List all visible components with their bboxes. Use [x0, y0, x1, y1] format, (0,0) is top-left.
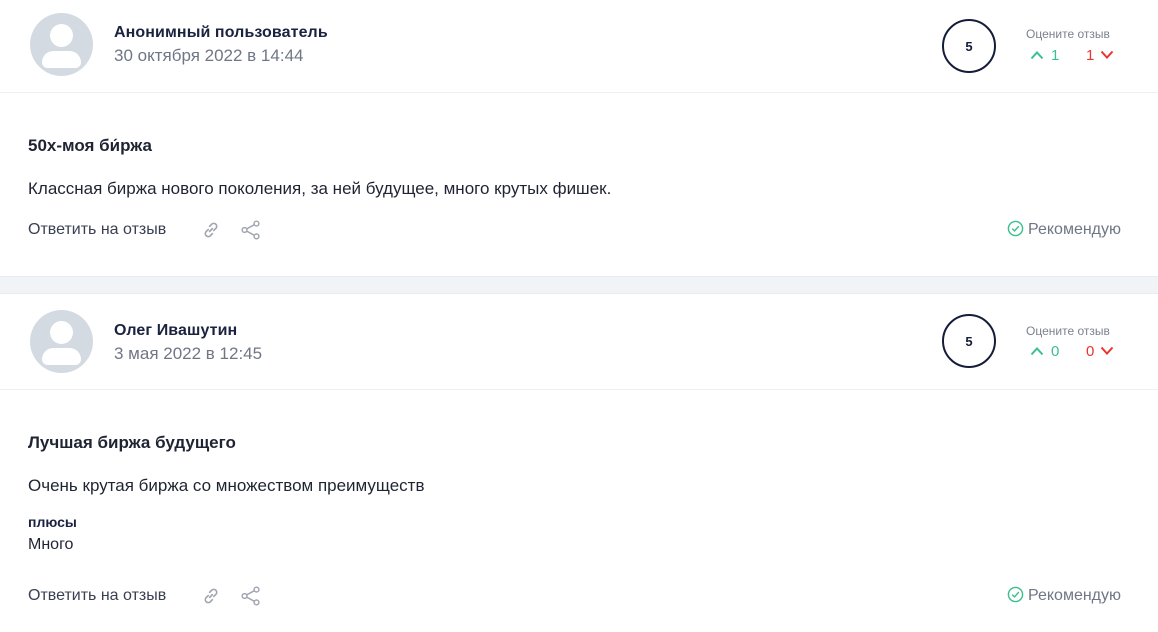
review-separator — [0, 276, 1158, 294]
vote-down-count: 0 — [1086, 342, 1095, 360]
recommend-label: Рекомендую — [1028, 587, 1122, 604]
link-icon[interactable] — [200, 219, 222, 241]
chevron-up-icon — [1030, 51, 1044, 60]
pros-label: плюсы — [28, 514, 77, 530]
user-avatar-icon — [30, 13, 93, 76]
check-circle-icon — [1007, 220, 1024, 236]
check-circle-icon — [1007, 586, 1024, 602]
review-title: 50х-моя би́ржа — [28, 136, 153, 155]
vote-up-button[interactable]: 0 — [1030, 342, 1059, 360]
pros-text: Много — [28, 536, 74, 553]
vote-down-button[interactable]: 1 — [1086, 46, 1114, 64]
chevron-down-icon — [1101, 346, 1114, 355]
vote-up-count: 0 — [1051, 342, 1060, 360]
recommend-badge: Рекомендую — [1007, 584, 1121, 608]
vote-up-button[interactable]: 1 — [1030, 46, 1059, 64]
recommend-badge: Рекомендую — [1007, 218, 1121, 242]
vote-up-count: 1 — [1051, 46, 1060, 64]
review-author: Анонимный пользователь — [114, 24, 328, 41]
review-header: Анонимный пользователь 30 октября 2022 в… — [0, 0, 1158, 93]
rate-review-label: Оцените отзыв — [1026, 324, 1110, 338]
review-text: Классная биржа нового поколения, за ней … — [28, 179, 612, 198]
rate-review-label: Оцените отзыв — [1026, 27, 1110, 41]
review-date: 30 октября 2022 в 14:44 — [114, 46, 304, 65]
review-header: Олег Ивашутин 3 мая 2022 в 12:45 5 Оцени… — [0, 294, 1158, 390]
vote-down-count: 1 — [1086, 46, 1095, 64]
user-avatar-icon — [30, 310, 93, 373]
share-icon[interactable] — [240, 219, 262, 241]
review-actions: Ответить на отзыв Рекомендую — [0, 584, 1158, 610]
recommend-label: Рекомендую — [1028, 221, 1122, 238]
review-actions: Ответить на отзыв Рекомендую — [0, 218, 1158, 244]
review-date: 3 мая 2022 в 12:45 — [114, 344, 263, 363]
review-title: Лучшая биржа будущего — [28, 433, 236, 452]
vote-down-button[interactable]: 0 — [1086, 342, 1114, 360]
reply-to-review-link[interactable]: Ответить на отзыв — [28, 221, 166, 239]
chevron-down-icon — [1101, 50, 1114, 59]
review-card: Анонимный пользователь 30 октября 2022 в… — [0, 0, 1158, 276]
review-author: Олег Ивашутин — [114, 322, 238, 339]
reply-to-review-link[interactable]: Ответить на отзыв — [28, 587, 166, 605]
review-card: Олег Ивашутин 3 мая 2022 в 12:45 5 Оцени… — [0, 294, 1158, 632]
link-icon[interactable] — [200, 585, 222, 607]
review-rating: 5 — [942, 19, 996, 73]
review-rating: 5 — [942, 314, 996, 368]
share-icon[interactable] — [240, 585, 262, 607]
chevron-up-icon — [1030, 347, 1044, 356]
review-text: Очень крутая биржа со множеством преимущ… — [28, 476, 425, 495]
